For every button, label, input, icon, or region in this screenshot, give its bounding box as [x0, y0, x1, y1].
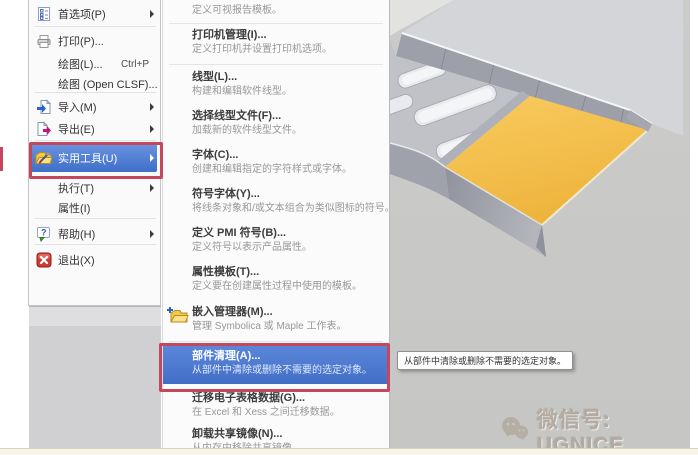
submenu-item-title: 线型(L)...	[192, 71, 389, 84]
utilities-submenu: 定义可视报告模板。 打印机管理(I)... 定义打印机并设置打印机选项。 线型(…	[162, 0, 390, 448]
bottom-edge-strip	[0, 448, 698, 455]
annotation-red-sliver	[0, 147, 3, 171]
submenu-item-title: 符号字体(Y)...	[192, 188, 389, 201]
submenu-arrow-icon	[150, 230, 154, 238]
menu-separator	[35, 140, 156, 141]
submenu-arrow-icon	[150, 103, 154, 111]
no-icon	[34, 180, 54, 196]
submenu-item-title: 选择线型文件(F)...	[192, 110, 389, 123]
tooltip: 从部件中清除或删除不需要的选定对象。	[397, 351, 573, 370]
preferences-icon	[34, 6, 54, 22]
menu-item-label: 绘图(L)...	[58, 56, 103, 72]
submenu-item-symbol-fonts[interactable]: 符号字体(Y)... 将线条对象和/或文本组合为类似图标的符号。	[163, 188, 389, 215]
submenu-item-title: 属性模板(T)...	[192, 266, 389, 279]
submenu-item-fonts[interactable]: 字体(C)... 创建和编辑指定的字符样式或字体。	[163, 149, 389, 176]
3d-viewport[interactable]	[390, 0, 690, 448]
menu-item-label: 导出(E)	[58, 121, 95, 137]
utilities-icon	[34, 150, 54, 166]
submenu-item-title: 卸载共享镜像(N)...	[192, 428, 389, 441]
menu-item-print[interactable]: 打印(P)...	[31, 29, 157, 53]
menu-item-export[interactable]: 导出(E)	[31, 117, 157, 141]
app-screen: 首选项(P) 打印(P)... 绘图(L)... Ctrl+P 绘图 (Open…	[0, 0, 698, 455]
menu-item-import[interactable]: 导入(M)	[31, 95, 157, 119]
menu-item-label: 打印(P)...	[58, 33, 104, 49]
submenu-item-desc: 在 Excel 和 Xess 之间迁移数据。	[192, 407, 389, 419]
menu-item-label: 退出(X)	[58, 252, 95, 268]
submenu-item-printer-manager[interactable]: 打印机管理(I)... 定义打印机并设置打印机选项。	[163, 29, 389, 56]
submenu-item-desc: 管理 Symbolica 或 Maple 工作表。	[192, 321, 389, 333]
menu-item-label: 执行(T)	[58, 180, 94, 196]
cad-model	[390, 0, 690, 448]
exit-icon	[34, 252, 54, 268]
menu-item-label: 帮助(H)	[58, 226, 95, 242]
submenu-item-title: 部件清理(A)...	[192, 350, 389, 363]
menu-item-preferences[interactable]: 首选项(P)	[31, 2, 157, 26]
submenu-item-title: 嵌入管理器(M)...	[192, 306, 389, 319]
submenu-item-visual-report-partial[interactable]: 定义可视报告模板。	[163, 3, 389, 17]
submenu-item-desc: 定义可视报告模板。	[192, 5, 389, 17]
submenu-item-title: 字体(C)...	[192, 149, 389, 162]
file-menu: 首选项(P) 打印(P)... 绘图(L)... Ctrl+P 绘图 (Open…	[28, 0, 161, 306]
submenu-item-desc: 构建和编辑软件线型。	[192, 86, 389, 98]
submenu-item-title: 迁移电子表格数据(G)...	[192, 392, 389, 405]
submenu-item-embed-manager[interactable]: 嵌入管理器(M)... 管理 Symbolica 或 Maple 工作表。	[163, 306, 389, 333]
submenu-separator	[169, 64, 383, 65]
menu-item-label: 实用工具(U)	[58, 150, 117, 166]
no-icon	[34, 76, 54, 92]
submenu-item-migrate-spreadsheet-data[interactable]: 迁移电子表格数据(G)... 在 Excel 和 Xess 之间迁移数据。	[163, 392, 389, 419]
menu-item-exit[interactable]: 退出(X)	[31, 248, 157, 272]
menu-item-label: 绘图 (Open CLSF)...	[58, 76, 158, 92]
submenu-item-desc: 加载新的软件线型文件。	[192, 125, 389, 137]
submenu-separator	[169, 341, 383, 342]
printer-icon	[34, 33, 54, 49]
submenu-item-title: 定义 PMI 符号(B)...	[192, 227, 389, 240]
submenu-item-select-line-font-file[interactable]: 选择线型文件(F)... 加载新的软件线型文件。	[163, 110, 389, 137]
submenu-item-line-font[interactable]: 线型(L)... 构建和编辑软件线型。	[163, 71, 389, 98]
menu-separator	[35, 26, 156, 27]
menu-shortcut: Ctrl+P	[121, 59, 149, 70]
submenu-item-part-cleanup[interactable]: 部件清理(A)... 从部件中清除或删除不需要的选定对象。	[163, 346, 389, 384]
submenu-arrow-icon	[150, 154, 154, 162]
submenu-item-desc: 创建和编辑指定的字符样式或字体。	[192, 164, 389, 176]
submenu-item-desc: 定义符号以表示产品属性。	[192, 242, 389, 254]
wechat-icon	[500, 416, 530, 447]
submenu-item-desc: 将线条对象和/或文本组合为类似图标的符号。	[192, 203, 389, 215]
svg-text:?: ?	[41, 228, 47, 238]
submenu-item-desc: 定义要在创建属性过程中使用的模板。	[192, 281, 389, 293]
submenu-separator	[169, 23, 383, 24]
menu-bottom-band	[29, 306, 161, 327]
submenu-item-desc: 从部件中清除或删除不需要的选定对象。	[192, 365, 389, 377]
menu-separator	[35, 218, 156, 219]
submenu-item-define-pmi-symbol[interactable]: 定义 PMI 符号(B)... 定义符号以表示产品属性。	[163, 227, 389, 254]
menu-item-label: 属性(I)	[58, 200, 90, 216]
menu-separator	[35, 92, 156, 93]
menu-item-properties[interactable]: 属性(I)	[31, 196, 157, 220]
help-icon: ?	[34, 226, 54, 242]
menu-separator	[35, 244, 156, 245]
menu-item-label: 导入(M)	[58, 99, 97, 115]
no-icon	[34, 200, 54, 216]
submenu-item-title: 打印机管理(I)...	[192, 29, 389, 42]
submenu-arrow-icon	[150, 10, 154, 18]
submenu-arrow-icon	[150, 184, 154, 192]
export-icon	[34, 121, 54, 137]
no-icon	[34, 56, 54, 72]
import-icon	[34, 99, 54, 115]
menu-item-help[interactable]: ? 帮助(H)	[31, 222, 157, 246]
tooltip-text: 从部件中清除或删除不需要的选定对象。	[404, 356, 566, 366]
right-edge-strip	[690, 0, 698, 455]
submenu-item-attribute-templates[interactable]: 属性模板(T)... 定义要在创建属性过程中使用的模板。	[163, 266, 389, 293]
embed-manager-icon	[166, 303, 190, 329]
submenu-arrow-icon	[150, 125, 154, 133]
menu-item-utilities[interactable]: 实用工具(U)	[31, 144, 157, 172]
background-panel	[29, 326, 161, 448]
left-gutter	[0, 0, 28, 455]
submenu-item-desc: 定义打印机并设置打印机选项。	[192, 44, 389, 56]
menu-item-label: 首选项(P)	[58, 6, 106, 22]
